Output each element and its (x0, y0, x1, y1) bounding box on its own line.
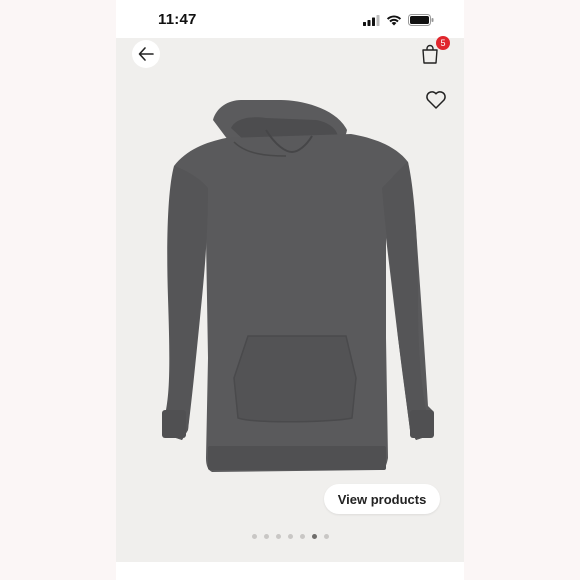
carousel-dot[interactable] (275, 534, 281, 539)
status-icons (363, 13, 434, 31)
heart-outline-icon (426, 91, 446, 109)
left-margin (0, 0, 116, 580)
carousel-dot[interactable] (263, 534, 269, 539)
bag-count-badge: 5 (436, 36, 450, 50)
view-products-button[interactable]: View products (324, 484, 440, 514)
carousel-dot-active[interactable] (311, 534, 317, 539)
product-gallery[interactable]: 5 View products (116, 36, 464, 562)
battery-icon (408, 13, 434, 31)
page-frame: 11:47 5 View products (0, 0, 580, 580)
wifi-icon (386, 13, 402, 31)
carousel-dots (116, 534, 464, 542)
status-time: 11:47 (158, 11, 197, 28)
carousel-dot[interactable] (323, 534, 329, 539)
back-button[interactable] (132, 40, 160, 68)
cellular-signal-icon (363, 13, 380, 31)
right-margin (464, 0, 580, 580)
arrow-left-icon (138, 47, 154, 61)
shopping-bag-button[interactable]: 5 (416, 36, 450, 68)
bottom-strip (116, 562, 464, 580)
carousel-dot[interactable] (287, 534, 293, 539)
favorite-button[interactable] (422, 86, 450, 114)
status-bar: 11:47 (116, 0, 464, 38)
carousel-dot[interactable] (299, 534, 305, 539)
phone-screen: 11:47 5 View products (116, 0, 464, 580)
carousel-dot[interactable] (251, 534, 257, 539)
